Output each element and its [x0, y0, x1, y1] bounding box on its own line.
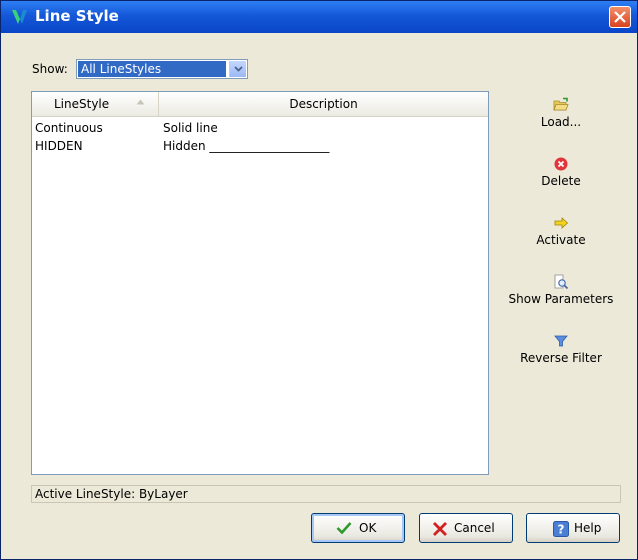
show-parameters-button[interactable]: Show Parameters	[499, 274, 623, 306]
load-button[interactable]: Load...	[499, 97, 623, 129]
app-logo-icon	[12, 10, 27, 24]
checkmark-icon	[336, 522, 352, 535]
close-icon	[614, 11, 626, 23]
column-header-description[interactable]: Description	[159, 92, 488, 116]
activate-button[interactable]: Activate	[499, 215, 623, 247]
help-icon: ?	[553, 521, 569, 537]
show-parameters-button-label: Show Parameters	[508, 292, 614, 306]
folder-open-icon	[553, 97, 569, 111]
load-button-label: Load...	[540, 115, 582, 129]
delete-button-label: Delete	[541, 174, 581, 188]
column-header-linestyle[interactable]: LineStyle	[32, 92, 159, 116]
sort-ascending-icon	[136, 99, 145, 105]
arrow-right-icon	[554, 217, 569, 229]
linestyle-name: HIDDEN	[35, 139, 83, 153]
show-label: Show:	[32, 62, 68, 76]
reverse-filter-button[interactable]: Reverse Filter	[499, 333, 623, 365]
dropdown-arrow[interactable]	[229, 61, 246, 77]
svg-text:?: ?	[558, 523, 565, 537]
window-title: Line Style	[35, 7, 119, 25]
cancel-button-label: Cancel	[454, 521, 495, 535]
linestyle-name: Continuous	[35, 121, 103, 135]
table-row[interactable]: Continuous Solid line	[32, 119, 488, 137]
cancel-button[interactable]: Cancel	[419, 513, 513, 543]
reverse-filter-button-label: Reverse Filter	[520, 351, 602, 365]
show-dropdown[interactable]: All LineStyles	[76, 59, 248, 79]
activate-button-label: Activate	[536, 233, 586, 247]
help-button-label: Help	[574, 521, 602, 535]
delete-button[interactable]: Delete	[499, 156, 623, 188]
filter-icon	[554, 335, 568, 347]
linestyle-description: Hidden ____________________	[163, 139, 330, 153]
chevron-down-icon	[234, 66, 243, 72]
title-bar[interactable]: Line Style	[1, 1, 637, 33]
column-header-label: Description	[289, 97, 358, 111]
status-text: Active LineStyle: ByLayer	[35, 487, 188, 501]
ok-button-label: OK	[359, 521, 377, 535]
close-button[interactable]	[609, 6, 631, 28]
line-style-dialog: Line Style Show: All LineStyles LineStyl…	[0, 0, 638, 560]
linestyle-table[interactable]: LineStyle Description Continuous Solid l…	[31, 91, 489, 475]
help-button[interactable]: ? Help	[526, 513, 620, 543]
x-cancel-icon	[433, 522, 447, 536]
show-dropdown-value: All LineStyles	[78, 61, 226, 77]
linestyle-description: Solid line	[163, 121, 218, 135]
table-row[interactable]: HIDDEN Hidden ____________________	[32, 137, 488, 155]
delete-icon	[554, 157, 568, 171]
status-bar: Active LineStyle: ByLayer	[31, 485, 621, 503]
table-header: LineStyle Description	[32, 92, 488, 117]
column-header-label: LineStyle	[54, 97, 110, 111]
magnifier-document-icon	[554, 274, 569, 290]
ok-button[interactable]: OK	[311, 513, 405, 543]
